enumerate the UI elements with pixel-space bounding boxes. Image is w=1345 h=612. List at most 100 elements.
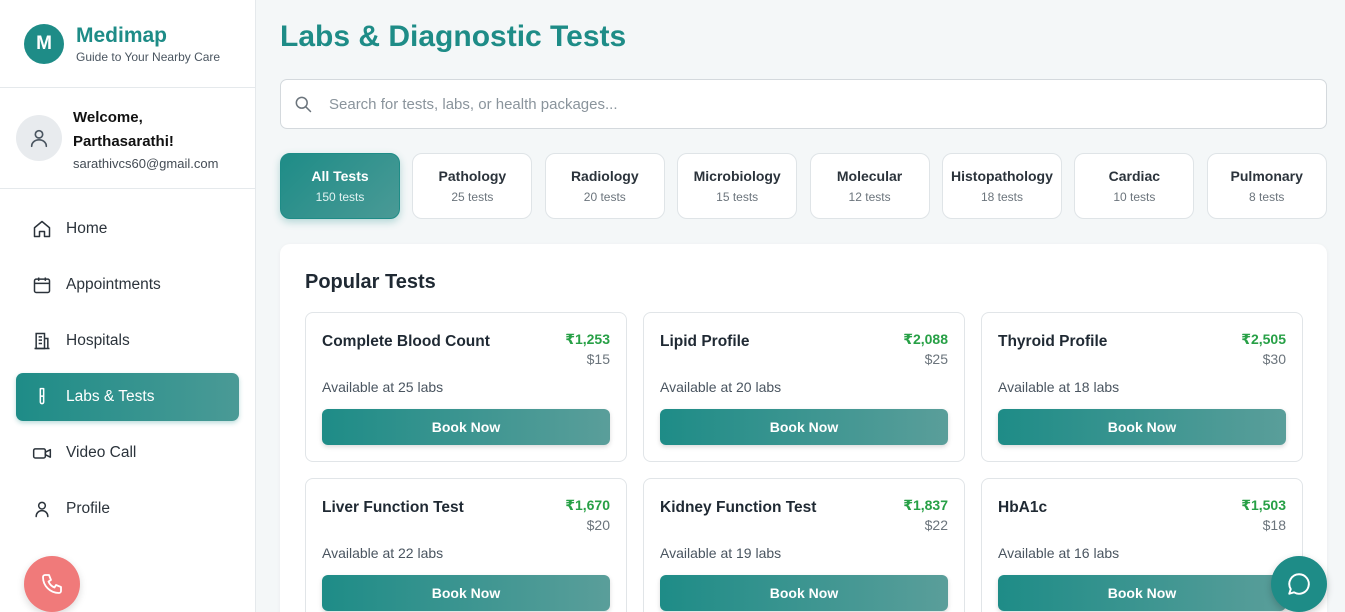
category-name: Pulmonary	[1230, 168, 1303, 184]
avatar[interactable]	[16, 115, 62, 161]
availability: Available at 19 labs	[660, 545, 782, 561]
test-grid: Complete Blood Count ₹1,253 $15 Availabl…	[305, 312, 1303, 612]
book-now-button[interactable]: Book Now	[322, 575, 610, 611]
availability: Available at 22 labs	[322, 545, 444, 561]
category-name: Microbiology	[693, 168, 781, 184]
price-inr: ₹1,503	[1241, 497, 1286, 513]
price-usd: $22	[924, 517, 948, 533]
price-usd: $20	[586, 517, 610, 533]
category-count: 15 tests	[716, 190, 759, 204]
category-cardiac[interactable]: Cardiac 10 tests	[1074, 153, 1195, 219]
call-button[interactable]	[24, 556, 80, 612]
sidebar-item-label: Labs & Tests	[66, 388, 155, 405]
category-histopathology[interactable]: Histopathology 18 tests	[941, 153, 1062, 219]
category-name: Molecular	[836, 168, 903, 184]
popular-tests-panel: Popular Tests Complete Blood Count ₹1,25…	[280, 244, 1327, 612]
sidebar: M Medimap Guide to Your Nearby Care Welc…	[0, 0, 256, 612]
category-pathology[interactable]: Pathology 25 tests	[412, 153, 533, 219]
user-icon	[32, 499, 52, 519]
sidebar-item-label: Home	[66, 220, 108, 237]
book-now-button[interactable]: Book Now	[322, 409, 610, 445]
category-microbiology[interactable]: Microbiology 15 tests	[677, 153, 798, 219]
brand-tagline: Guide to Your Nearby Care	[76, 49, 221, 64]
search-input[interactable]	[329, 95, 1229, 113]
hospital-icon	[32, 331, 52, 351]
category-count: 20 tests	[583, 190, 626, 204]
brand: M Medimap Guide to Your Nearby Care	[0, 0, 255, 88]
book-now-button[interactable]: Book Now	[998, 409, 1286, 445]
price-inr: ₹1,837	[903, 497, 948, 513]
main-content: Labs & Diagnostic Tests All Tests 150 te…	[256, 0, 1345, 612]
video-icon	[32, 443, 52, 463]
category-name: Histopathology	[951, 168, 1053, 184]
sidebar-item-label: Hospitals	[66, 332, 130, 349]
sidebar-item-home[interactable]: Home	[16, 205, 239, 253]
search-icon	[295, 96, 312, 113]
test-name: Thyroid Profile	[998, 333, 1108, 350]
price-usd: $18	[1262, 517, 1286, 533]
test-name: Lipid Profile	[660, 333, 750, 350]
test-name: HbA1c	[998, 499, 1048, 516]
calendar-icon	[32, 275, 52, 295]
test-tube-icon	[32, 387, 52, 407]
user-avatar-icon	[30, 129, 48, 148]
section-title: Popular Tests	[305, 271, 436, 293]
availability: Available at 18 labs	[998, 379, 1120, 395]
chat-icon	[1288, 573, 1310, 595]
sidebar-nav: Home Appointments Hospitals Labs & Tests…	[0, 189, 255, 533]
test-card: Lipid Profile ₹2,088 $25 Available at 20…	[643, 312, 965, 462]
book-now-button[interactable]: Book Now	[660, 409, 948, 445]
price-usd: $25	[924, 351, 948, 367]
page-title: Labs & Diagnostic Tests	[280, 20, 627, 53]
sidebar-item-video-call[interactable]: Video Call	[16, 429, 239, 477]
phone-icon	[42, 574, 62, 594]
availability: Available at 20 labs	[660, 379, 782, 395]
category-pulmonary[interactable]: Pulmonary 8 tests	[1206, 153, 1327, 219]
price-inr: ₹2,505	[1241, 331, 1286, 347]
test-name: Complete Blood Count	[322, 333, 490, 350]
test-name: Liver Function Test	[322, 499, 464, 516]
price-inr: ₹1,670	[565, 497, 610, 513]
sidebar-item-labs-tests[interactable]: Labs & Tests	[16, 373, 239, 421]
category-name: Pathology	[438, 168, 507, 184]
test-card: Kidney Function Test ₹1,837 $22 Availabl…	[643, 478, 965, 612]
test-card: Thyroid Profile ₹2,505 $30 Available at …	[981, 312, 1303, 462]
price-usd: $30	[1262, 351, 1286, 367]
category-name: Radiology	[570, 168, 639, 184]
category-name: Cardiac	[1108, 168, 1161, 184]
category-count: 150 tests	[315, 190, 365, 204]
category-all-tests[interactable]: All Tests 150 tests	[280, 153, 400, 219]
test-card: Liver Function Test ₹1,670 $20 Available…	[305, 478, 627, 612]
category-count: 10 tests	[1113, 190, 1156, 204]
availability: Available at 16 labs	[998, 545, 1120, 561]
book-now-button[interactable]: Book Now	[660, 575, 948, 611]
test-card: Complete Blood Count ₹1,253 $15 Availabl…	[305, 312, 627, 462]
sidebar-item-hospitals[interactable]: Hospitals	[16, 317, 239, 365]
category-molecular[interactable]: Molecular 12 tests	[809, 153, 930, 219]
category-count: 18 tests	[980, 190, 1023, 204]
test-card: HbA1c ₹1,503 $18 Available at 16 labs Bo…	[981, 478, 1303, 612]
user-email: sarathivcs60@gmail.com	[73, 155, 219, 171]
home-icon	[32, 219, 52, 239]
price-usd: $15	[586, 351, 610, 367]
category-name: All Tests	[311, 168, 369, 184]
availability: Available at 25 labs	[322, 379, 444, 395]
category-tabs: All Tests 150 tests Pathology 25 tests R…	[280, 153, 1327, 219]
book-now-button[interactable]: Book Now	[998, 575, 1286, 611]
price-inr: ₹2,088	[903, 331, 948, 347]
category-count: 12 tests	[848, 190, 891, 204]
welcome-line-1: Welcome,	[73, 108, 143, 126]
category-radiology[interactable]: Radiology 20 tests	[544, 153, 665, 219]
sidebar-item-profile[interactable]: Profile	[16, 485, 239, 533]
sidebar-item-label: Video Call	[66, 444, 137, 461]
sidebar-item-appointments[interactable]: Appointments	[16, 261, 239, 309]
sidebar-item-label: Appointments	[66, 276, 161, 293]
welcome-line-2: Parthasarathi!	[73, 132, 174, 150]
brand-name[interactable]: Medimap	[76, 24, 220, 48]
sidebar-item-label: Profile	[66, 500, 110, 517]
test-name: Kidney Function Test	[660, 499, 817, 516]
category-count: 25 tests	[451, 190, 494, 204]
user-card: Welcome, Parthasarathi! sarathivcs60@gma…	[0, 88, 255, 189]
brand-logo[interactable]: M	[24, 23, 64, 64]
chat-button[interactable]	[1271, 556, 1327, 612]
